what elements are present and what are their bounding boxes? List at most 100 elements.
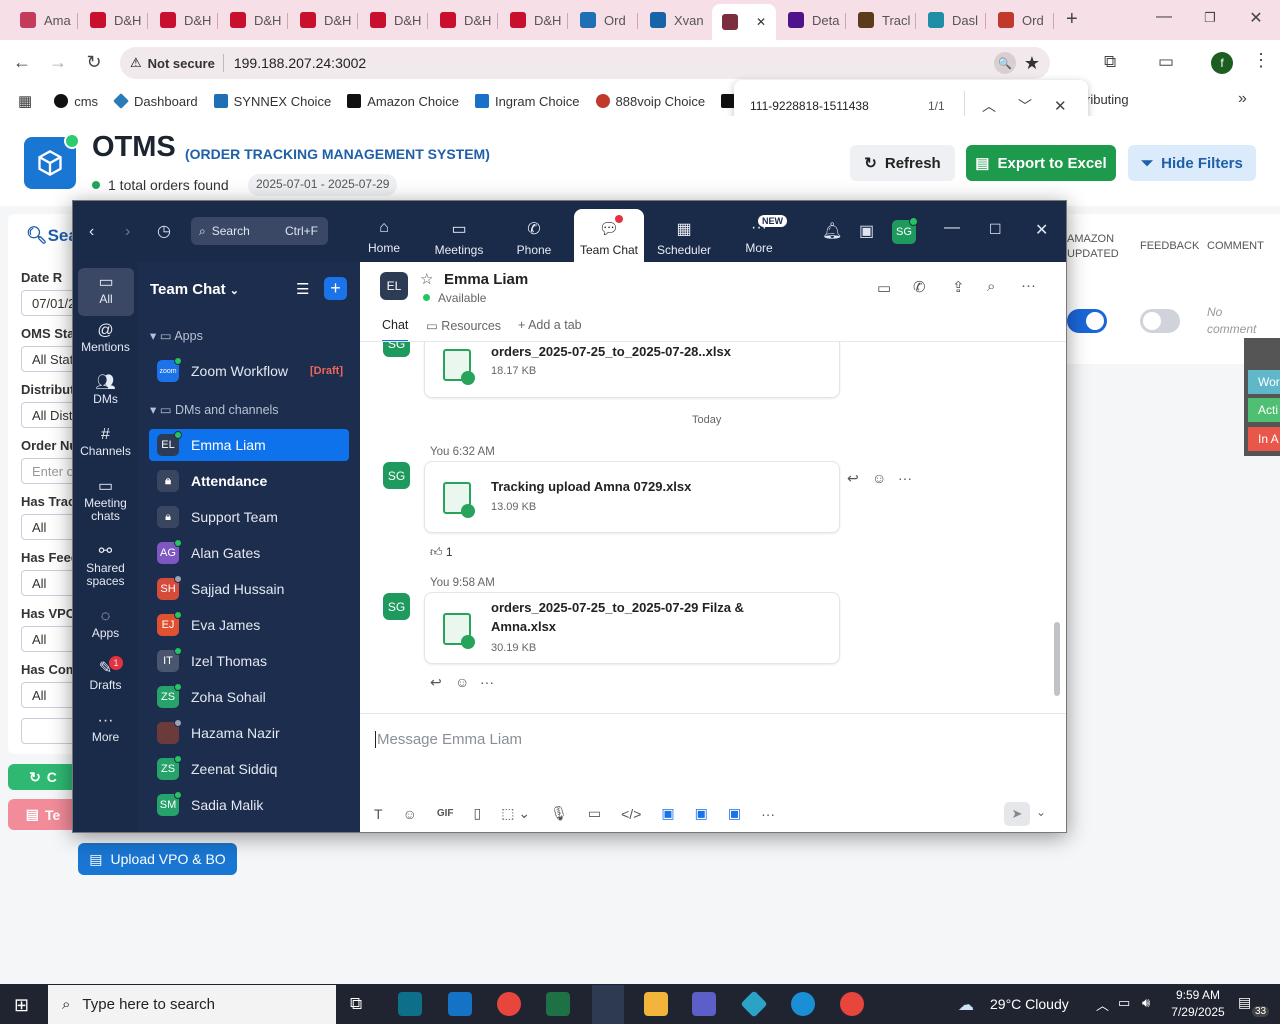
minimize-icon[interactable]: — <box>1144 8 1184 26</box>
bookmark-synnex[interactable]: SYNNEX Choice <box>213 94 331 109</box>
search-icon[interactable]: ⌕ <box>987 278 995 295</box>
chrome-icon[interactable] <box>840 992 864 1016</box>
reply-icon[interactable]: ↩ <box>847 470 859 487</box>
reload-icon[interactable]: ↻ <box>82 52 106 73</box>
section-apps[interactable]: ▾ ▭ Apps <box>150 328 203 343</box>
list-item-zeenat-siddiq[interactable]: ZS Zeenat Siddiq <box>149 753 349 785</box>
code-snippet-icon[interactable]: </> <box>621 806 641 822</box>
notifications-icon[interactable]: 🔔︎ <box>822 221 842 241</box>
file-message[interactable]: Tracking upload Amna 0729.xlsx 13.09 KB <box>424 461 840 533</box>
bookmark-ingram[interactable]: Ingram Choice <box>474 94 580 109</box>
apps-grid-icon[interactable]: ▦ <box>18 92 32 110</box>
excel-icon[interactable] <box>546 992 570 1016</box>
history-icon[interactable]: ◷ <box>157 221 171 241</box>
extensions-icon[interactable]: ⧉ <box>1104 52 1116 72</box>
taskbar-search[interactable]: ⌕ Type here to search <box>48 985 336 1024</box>
list-item-alan-gates[interactable]: AG Alan Gates <box>149 537 349 569</box>
url-text[interactable]: 199.188.207.24:3002 <box>234 55 366 71</box>
apply-filters-button[interactable]: ↻ C <box>8 764 78 790</box>
more-bookmarks-icon[interactable]: » <box>1238 90 1247 108</box>
taskbar-app-icon[interactable] <box>398 992 422 1016</box>
find-in-page-icon[interactable]: 🔍 <box>993 52 1016 74</box>
video-call-icon[interactable]: ▭ <box>877 279 891 297</box>
rail-shared-spaces[interactable]: ⚯ Shared spaces <box>73 544 138 588</box>
clock-date[interactable]: 7/29/2025 <box>1166 1005 1230 1019</box>
maximize-icon[interactable]: ☐ <box>989 221 1002 238</box>
reaction-badge[interactable]: 👍︎ 1 <box>430 545 453 560</box>
microphone-icon[interactable]: 🎙︎ <box>550 805 568 822</box>
find-close-icon[interactable]: ✕ <box>1054 97 1067 115</box>
rail-all[interactable]: ▭ All <box>78 268 134 316</box>
tab-add[interactable]: + Add a tab <box>518 318 582 332</box>
rail-drafts[interactable]: ✎ Drafts 1 <box>73 656 138 692</box>
edge-icon[interactable] <box>791 992 815 1016</box>
reply-icon[interactable]: ↩ <box>430 674 442 691</box>
list-item-emma-liam[interactable]: EL Emma Liam <box>149 429 349 461</box>
browser-tab[interactable]: ✕ <box>712 4 776 40</box>
file-name[interactable]: Tracking upload Amna 0729.xlsx <box>491 477 691 496</box>
zoom-nav-meetings[interactable]: ▭ Meetings <box>424 209 494 262</box>
tab-resources[interactable]: ▭ Resources <box>426 318 501 333</box>
weather-text[interactable]: 29°C Cloudy <box>990 996 1069 1012</box>
video-message-icon[interactable]: ▭ <box>588 805 601 822</box>
scrollbar[interactable] <box>1054 622 1060 696</box>
file-explorer-icon[interactable] <box>644 992 668 1016</box>
hide-filters-button[interactable]: ⏷ Hide Filters <box>1128 145 1256 181</box>
find-input[interactable]: 111-9228818-1511438 <box>750 99 869 113</box>
browser-tab[interactable]: Ord <box>988 5 1054 35</box>
list-item-support-team[interactable]: 🔒︎ Support Team <box>149 501 349 533</box>
list-item-sadia-malik[interactable]: SM Sadia Malik <box>149 789 349 821</box>
upload-vpo-bo-button[interactable]: ▤ Upload VPO & BO <box>78 843 237 875</box>
feedback-toggle[interactable] <box>1140 309 1180 333</box>
message-composer-input[interactable]: Message Emma Liam <box>375 731 975 748</box>
close-window-icon[interactable]: ✕ <box>1236 8 1276 28</box>
new-chat-button[interactable]: + <box>324 277 347 300</box>
browser-tab[interactable]: Deta <box>778 5 846 35</box>
clock-time[interactable]: 9:59 AM <box>1168 988 1228 1002</box>
list-item-hazama-nazir[interactable]: Hazama Nazir <box>149 717 349 749</box>
forward-icon[interactable]: › <box>125 223 130 241</box>
find-prev-icon[interactable]: ︿ <box>982 96 996 116</box>
bookmark-star-icon[interactable]: ★ <box>1024 53 1040 74</box>
task-view-icon[interactable]: ⧉ <box>350 994 362 1014</box>
amazon-updated-toggle[interactable] <box>1067 309 1107 333</box>
app-shortcut-icon[interactable]: ▣ <box>695 805 708 822</box>
section-dms-channels[interactable]: ▾ ▭ DMs and channels <box>150 402 279 417</box>
notifications-icon[interactable]: ▤ <box>1238 994 1251 1011</box>
more-tools-icon[interactable]: ··· <box>761 806 775 822</box>
app-shortcut-icon[interactable]: ▣ <box>728 805 741 822</box>
profile-avatar[interactable]: f <box>1211 52 1233 74</box>
file-message[interactable]: orders_2025-07-25_to_2025-07-29 Filza & … <box>424 592 840 664</box>
menu-icon[interactable]: ⋮ <box>1252 50 1270 71</box>
volume-icon[interactable]: 🔊︎ <box>1142 995 1150 1011</box>
find-next-icon[interactable]: ﹀ <box>1018 96 1032 116</box>
browser-tab[interactable]: D&H <box>150 5 218 35</box>
back-icon[interactable]: ‹ <box>89 223 94 241</box>
browser-tab[interactable]: Ama <box>10 5 78 35</box>
calendar-icon[interactable]: ▣ <box>859 221 874 241</box>
zoom-nav-team-chat[interactable]: 💬︎ Team Chat <box>574 209 644 262</box>
list-item-zoom-workflow[interactable]: zoom Zoom Workflow [Draft] <box>149 355 349 387</box>
zoom-taskbar-icon[interactable] <box>592 985 624 1024</box>
list-item-zoha-sohail[interactable]: ZS Zoha Sohail <box>149 681 349 713</box>
tray-chevron-icon[interactable]: ︿ <box>1096 995 1109 1014</box>
rail-channels[interactable]: # Channels <box>73 427 138 458</box>
bookmark-dashboard[interactable]: Dashboard <box>113 93 198 109</box>
browser-tab[interactable]: D&H <box>500 5 568 35</box>
more-actions-icon[interactable]: ··· <box>480 674 494 690</box>
close-tab-icon[interactable]: ✕ <box>756 15 766 29</box>
more-options-icon[interactable]: ··· <box>1021 277 1036 294</box>
filter-icon[interactable]: ☰ <box>296 280 309 298</box>
windows-start-icon[interactable]: ⊞ <box>14 995 29 1016</box>
file-name[interactable]: orders_2025-07-25_to_2025-07-28..xlsx <box>491 342 731 361</box>
share-screen-icon[interactable]: ⇪ <box>952 278 965 296</box>
export-excel-button[interactable]: ▤ Export to Excel <box>966 145 1116 181</box>
bookmark-888voip[interactable]: 888voip Choice <box>595 94 705 109</box>
list-item-sajjad-hussain[interactable]: SH Sajjad Hussain <box>149 573 349 605</box>
send-options-icon[interactable]: ⌄ <box>1036 805 1046 819</box>
teams-icon[interactable] <box>692 992 716 1016</box>
bookmark-amazon[interactable]: Amazon Choice <box>347 94 459 109</box>
file-name[interactable]: orders_2025-07-25_to_2025-07-29 Filza & … <box>491 598 801 636</box>
zoom-nav-more[interactable]: ··· More NEW <box>724 209 794 262</box>
contact-avatar[interactable]: EL <box>380 272 408 300</box>
